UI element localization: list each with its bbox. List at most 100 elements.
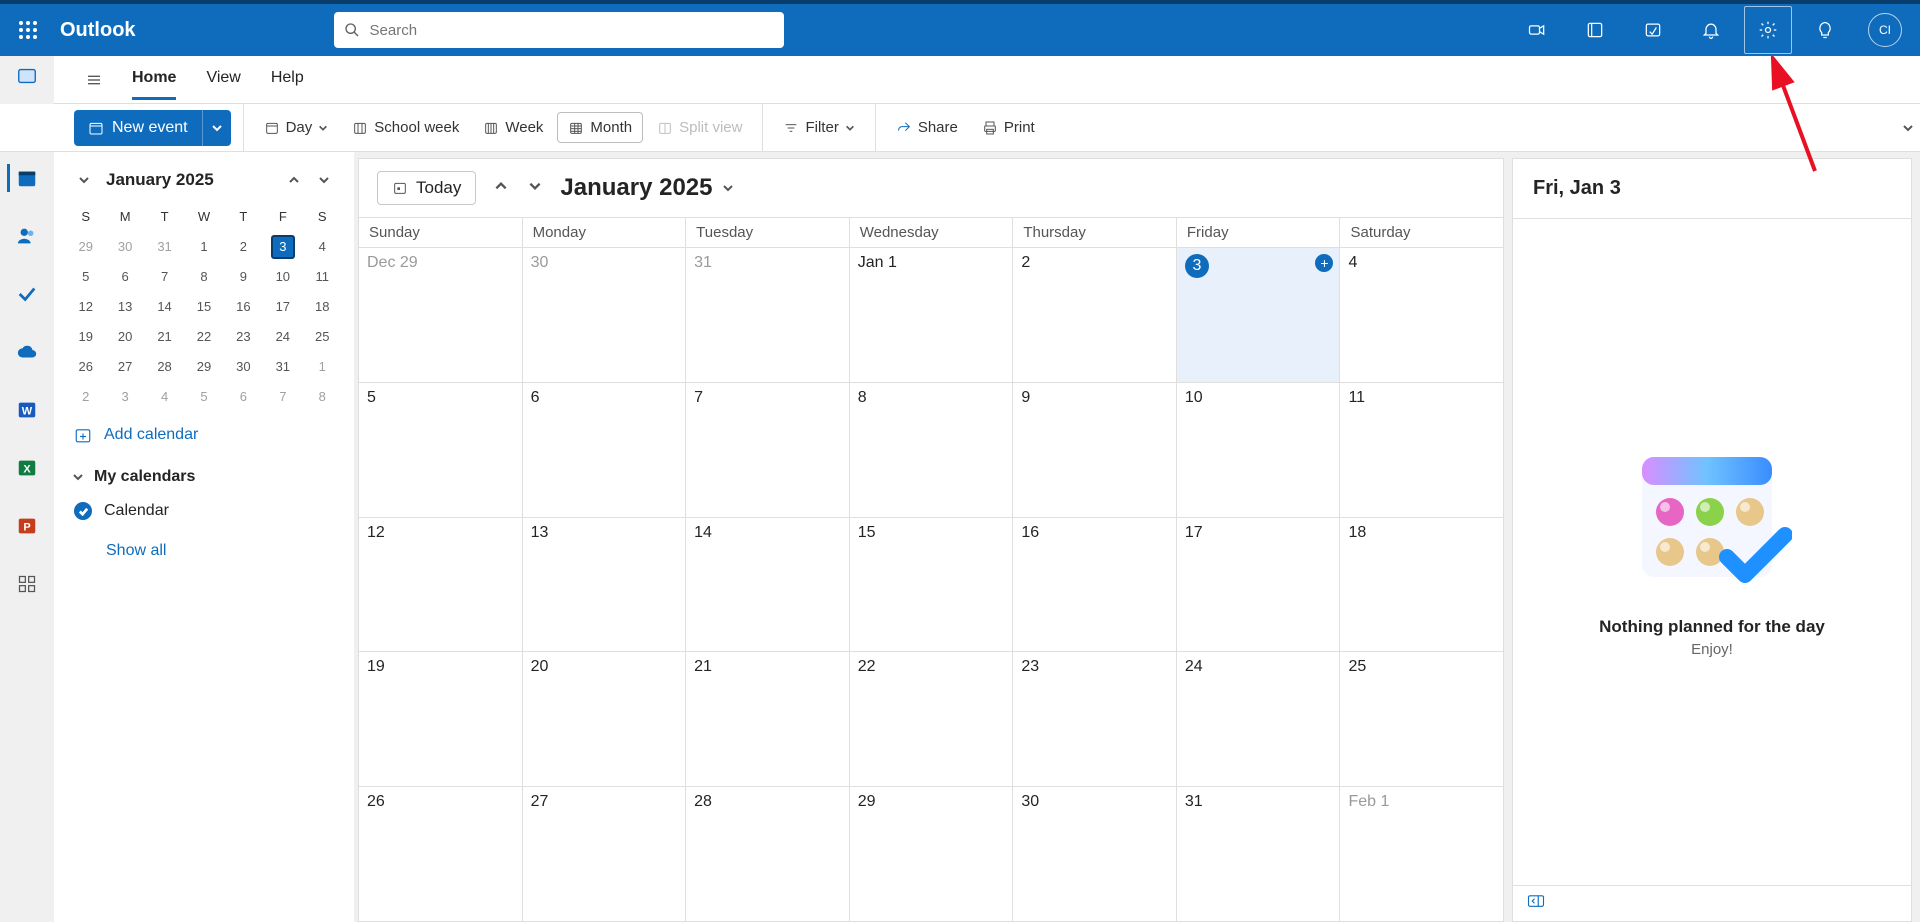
print-button[interactable]: Print [972,113,1045,142]
calendar-day-cell[interactable]: 21 [686,652,850,786]
onenote-feed-button[interactable] [1570,2,1620,58]
add-calendar-button[interactable]: Add calendar [66,412,342,452]
calendar-day-cell[interactable]: 8 [850,383,1014,517]
rail-people[interactable] [7,216,47,256]
mini-day[interactable]: 1 [184,232,223,262]
mini-day[interactable]: 11 [303,262,342,292]
rail-mail[interactable] [7,56,47,96]
view-school-week-button[interactable]: School week [342,113,469,142]
calendar-day-cell[interactable]: 30 [523,248,687,382]
mini-day[interactable]: 4 [303,232,342,262]
account-button[interactable]: CI [1868,13,1902,47]
meet-now-button[interactable] [1512,2,1562,58]
calendar-day-cell[interactable]: 12 [359,518,523,652]
mini-day[interactable]: 16 [224,292,263,322]
calendar-day-cell[interactable]: 30 [1013,787,1177,921]
calendar-day-cell[interactable]: 11 [1340,383,1503,517]
mini-day[interactable]: 7 [145,262,184,292]
mini-day[interactable]: 31 [263,352,302,382]
calendar-day-cell[interactable]: Jan 1 [850,248,1014,382]
calendar-day-cell[interactable]: 29 [850,787,1014,921]
my-day-button[interactable] [1628,2,1678,58]
mini-day[interactable]: 6 [224,382,263,412]
agenda-collapse-button[interactable] [1527,894,1545,913]
calendar-day-cell[interactable]: 26 [359,787,523,921]
calendar-day-cell[interactable]: 3+ [1177,248,1341,382]
mini-day[interactable]: 30 [105,232,144,262]
mini-day[interactable]: 21 [145,322,184,352]
rail-onedrive[interactable] [7,332,47,372]
mini-day[interactable]: 5 [184,382,223,412]
mini-day[interactable]: 5 [66,262,105,292]
mini-day[interactable]: 29 [184,352,223,382]
calendar-day-cell[interactable]: 31 [1177,787,1341,921]
mini-cal-prev[interactable] [282,168,306,192]
rail-calendar[interactable] [7,158,47,198]
mini-calendar[interactable]: SMTWTFS293031123456789101112131415161718… [66,202,342,412]
mini-day[interactable]: 8 [303,382,342,412]
mini-day[interactable]: 2 [66,382,105,412]
mini-day[interactable]: 2 [224,232,263,262]
tips-button[interactable] [1800,2,1850,58]
tab-home[interactable]: Home [132,59,176,100]
mini-day[interactable]: 27 [105,352,144,382]
mini-day[interactable]: 26 [66,352,105,382]
calendar-day-cell[interactable]: 14 [686,518,850,652]
calendar-day-cell[interactable]: Feb 1 [1340,787,1503,921]
calendar-toggle[interactable] [74,502,92,520]
mini-day[interactable]: 12 [66,292,105,322]
new-event-button[interactable]: New event [74,110,231,146]
calendar-day-cell[interactable]: 17 [1177,518,1341,652]
mini-cal-next[interactable] [312,168,336,192]
mini-day[interactable]: 14 [145,292,184,322]
mini-day[interactable]: 18 [303,292,342,322]
tab-help[interactable]: Help [271,59,304,100]
mini-day[interactable]: 24 [263,322,302,352]
calendar-day-cell[interactable]: 20 [523,652,687,786]
filter-button[interactable]: Filter [773,113,864,142]
mini-day[interactable]: 30 [224,352,263,382]
mini-day[interactable]: 31 [145,232,184,262]
new-event-split-button[interactable] [202,110,231,146]
mini-day[interactable]: 10 [263,262,302,292]
rail-powerpoint[interactable]: P [7,506,47,546]
calendar-day-cell[interactable]: 27 [523,787,687,921]
calendar-day-cell[interactable]: 19 [359,652,523,786]
mini-day[interactable]: 25 [303,322,342,352]
mini-day[interactable]: 3 [105,382,144,412]
current-month-picker[interactable]: January 2025 [560,174,734,202]
prev-period-button[interactable] [494,179,508,198]
next-period-button[interactable] [528,179,542,198]
today-button[interactable]: Today [377,171,476,205]
calendar-day-cell[interactable]: 2 [1013,248,1177,382]
mini-day[interactable]: 7 [263,382,302,412]
rail-todo[interactable] [7,274,47,314]
search-box[interactable] [334,12,784,48]
view-week-button[interactable]: Week [473,113,553,142]
calendar-day-cell[interactable]: 23 [1013,652,1177,786]
rail-excel[interactable]: X [7,448,47,488]
rail-more-apps[interactable] [7,564,47,604]
mini-day[interactable]: 22 [184,322,223,352]
mini-day[interactable]: 9 [224,262,263,292]
settings-button[interactable] [1744,6,1792,54]
mini-day[interactable]: 17 [263,292,302,322]
calendar-day-cell[interactable]: 16 [1013,518,1177,652]
calendar-day-cell[interactable]: 10 [1177,383,1341,517]
mini-day[interactable]: 4 [145,382,184,412]
search-input[interactable] [368,21,774,40]
mini-day[interactable]: 20 [105,322,144,352]
calendar-day-cell[interactable]: 6 [523,383,687,517]
calendar-list-item[interactable]: Calendar [66,496,342,526]
calendar-day-cell[interactable]: 4 [1340,248,1503,382]
mini-day[interactable]: 28 [145,352,184,382]
calendar-day-cell[interactable]: 5 [359,383,523,517]
calendar-day-cell[interactable]: 22 [850,652,1014,786]
app-launcher-button[interactable] [8,10,48,50]
mini-day[interactable]: 29 [66,232,105,262]
my-calendars-section[interactable]: My calendars [66,452,342,496]
mini-day[interactable]: 6 [105,262,144,292]
add-event-button[interactable]: + [1315,254,1333,272]
mini-day[interactable]: 3 [263,232,302,262]
tab-view[interactable]: View [206,59,240,100]
